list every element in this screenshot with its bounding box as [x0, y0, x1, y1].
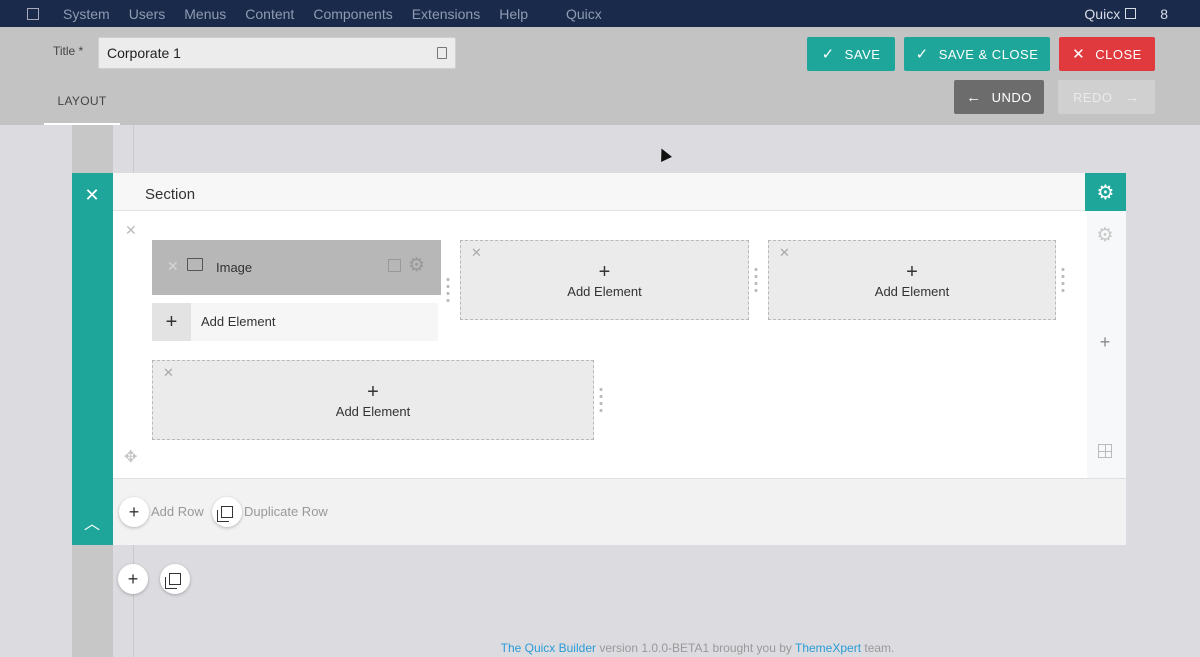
close-button-label: CLOSE: [1095, 46, 1142, 62]
save-button[interactable]: ✓ SAVE: [807, 37, 895, 71]
close-icon: ✕: [1072, 46, 1086, 63]
add-element-button[interactable]: + Add Element: [152, 303, 438, 341]
joomla-menu-icon[interactable]: [27, 7, 39, 20]
add-element-label: Add Element: [874, 284, 950, 299]
plus-icon: +: [152, 303, 191, 341]
credit-footer: The Quicx Builder version 1.0.0-BETA1 br…: [0, 641, 1200, 655]
check-icon: ✓: [915, 46, 929, 63]
duplicate-section-icon[interactable]: [160, 564, 190, 594]
add-row-plus-icon[interactable]: +: [119, 497, 149, 527]
empty-column[interactable]: ✕ + Add Element: [460, 240, 749, 320]
image-element-label: Image: [216, 260, 253, 275]
remove-element-icon[interactable]: ✕: [167, 258, 179, 275]
section-close-icon[interactable]: ✕: [83, 186, 101, 204]
title-input[interactable]: Corporate 1: [98, 37, 456, 69]
menu-item-system[interactable]: System: [63, 6, 110, 22]
section-header: [113, 173, 1126, 211]
remove-column-icon[interactable]: ✕: [471, 245, 482, 261]
duplicate-element-icon[interactable]: [388, 259, 401, 272]
row-move-icon[interactable]: ✥: [124, 447, 137, 467]
themexpert-link[interactable]: ThemeXpert: [795, 641, 861, 655]
menu-item-components[interactable]: Components: [313, 6, 392, 22]
menu-item-extensions[interactable]: Extensions: [412, 6, 480, 22]
plus-icon: +: [367, 381, 379, 403]
menu-item-quicx[interactable]: Quicx: [566, 6, 602, 22]
section-collapse-icon[interactable]: ︿: [82, 510, 102, 533]
quicx-builder-link[interactable]: The Quicx Builder: [501, 641, 596, 655]
column-resize-handle[interactable]: [599, 386, 603, 414]
field-icon: [437, 47, 447, 59]
remove-column-icon[interactable]: ✕: [163, 365, 174, 381]
section-sidebar: [72, 173, 113, 545]
undo-button[interactable]: ← UNDO: [954, 80, 1044, 114]
column-layout-icon[interactable]: [1098, 444, 1112, 458]
plus-icon: +: [906, 261, 918, 283]
column-resize-handle[interactable]: [446, 276, 450, 304]
remove-column-icon[interactable]: ✕: [779, 245, 790, 261]
add-row-label[interactable]: Add Row: [151, 504, 204, 519]
user-count-badge[interactable]: 8: [1160, 6, 1168, 22]
section-settings-gear-icon[interactable]: ⚙: [1085, 173, 1126, 211]
title-label: Title *: [53, 44, 84, 58]
element-settings-gear-icon[interactable]: ⚙: [408, 254, 425, 277]
duplicate-row-icon[interactable]: [212, 497, 242, 527]
arrow-left-icon: ←: [966, 88, 982, 106]
image-element[interactable]: ✕ Image ⚙: [152, 240, 441, 295]
menu-item-content[interactable]: Content: [245, 6, 294, 22]
title-input-value: Corporate 1: [107, 45, 181, 61]
add-column-plus-icon[interactable]: +: [1096, 333, 1114, 351]
add-element-label: Add Element: [567, 284, 642, 299]
menu-item-users[interactable]: Users: [129, 6, 166, 22]
menu-item-menus[interactable]: Menus: [184, 6, 226, 22]
tab-layout[interactable]: LAYOUT: [44, 94, 120, 125]
column-resize-handle[interactable]: [1061, 266, 1065, 294]
top-menubar: System Users Menus Content Components Ex…: [0, 0, 1200, 27]
redo-button-label: REDO: [1072, 89, 1113, 105]
empty-column[interactable]: ✕ + Add Element: [152, 360, 594, 440]
credit-text-end: team.: [861, 641, 895, 655]
save-close-button[interactable]: ✓ SAVE & CLOSE: [904, 37, 1050, 71]
undo-button-label: UNDO: [991, 89, 1032, 105]
credit-text: version 1.0.0-BETA1 brought you by: [595, 641, 795, 655]
duplicate-row-label[interactable]: Duplicate Row: [244, 504, 328, 519]
arrow-right-icon: →: [1124, 88, 1141, 106]
menu-item-help[interactable]: Help: [499, 6, 528, 22]
plus-icon: +: [598, 261, 611, 283]
save-button-label: SAVE: [844, 46, 881, 62]
image-icon: [187, 258, 203, 271]
add-section-plus-icon[interactable]: +: [118, 564, 148, 594]
check-icon: ✓: [821, 46, 835, 63]
save-close-button-label: SAVE & CLOSE: [938, 46, 1039, 62]
section-title: Section: [145, 186, 196, 203]
site-link-label[interactable]: Quicx: [1084, 6, 1120, 22]
empty-column[interactable]: ✕ + Add Element: [768, 240, 1056, 320]
column-resize-handle[interactable]: [754, 266, 758, 294]
add-element-label: Add Element: [201, 314, 276, 329]
row-close-icon[interactable]: ✕: [125, 222, 137, 239]
close-button[interactable]: ✕ CLOSE: [1059, 37, 1155, 71]
mouse-cursor-icon: [656, 146, 672, 162]
redo-button[interactable]: REDO →: [1058, 80, 1155, 114]
external-link-icon[interactable]: [1125, 8, 1137, 19]
row-settings-gear-icon[interactable]: ⚙: [1095, 224, 1115, 246]
add-element-label: Add Element: [335, 404, 411, 419]
